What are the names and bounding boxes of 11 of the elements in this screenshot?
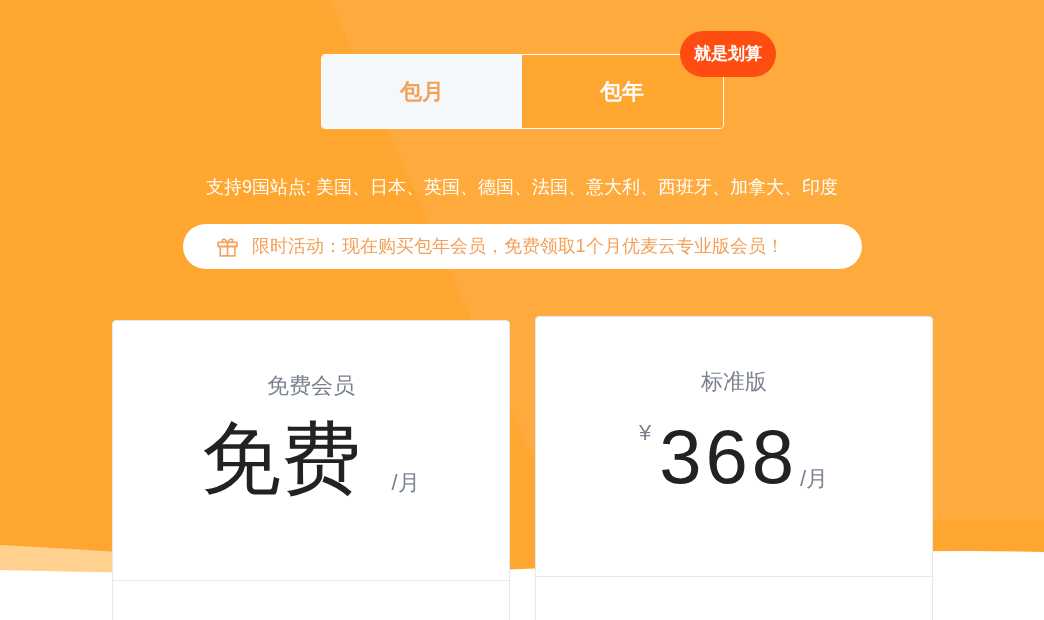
plan-price: 368 bbox=[659, 419, 798, 495]
currency-symbol: ¥ bbox=[638, 419, 652, 447]
billing-tab[interactable]: 包月 bbox=[321, 55, 522, 128]
price-unit: /月 bbox=[391, 469, 420, 497]
plan-name: 标准版 bbox=[700, 368, 767, 396]
plan-price: 免费 bbox=[201, 419, 362, 499]
price-unit: /月 bbox=[799, 465, 829, 493]
plan-name: 免费会员 bbox=[266, 372, 355, 400]
promo-text: 限时活动：现在购买包年会员，免费领取1个月优麦云专业版会员！ bbox=[251, 235, 784, 258]
deal-badge: 就是划算 bbox=[679, 31, 776, 77]
supported-sites-text: 支持9国站点: 美国、日本、英国、德国、法国、意大利、西班牙、加拿大、印度 bbox=[206, 176, 838, 199]
